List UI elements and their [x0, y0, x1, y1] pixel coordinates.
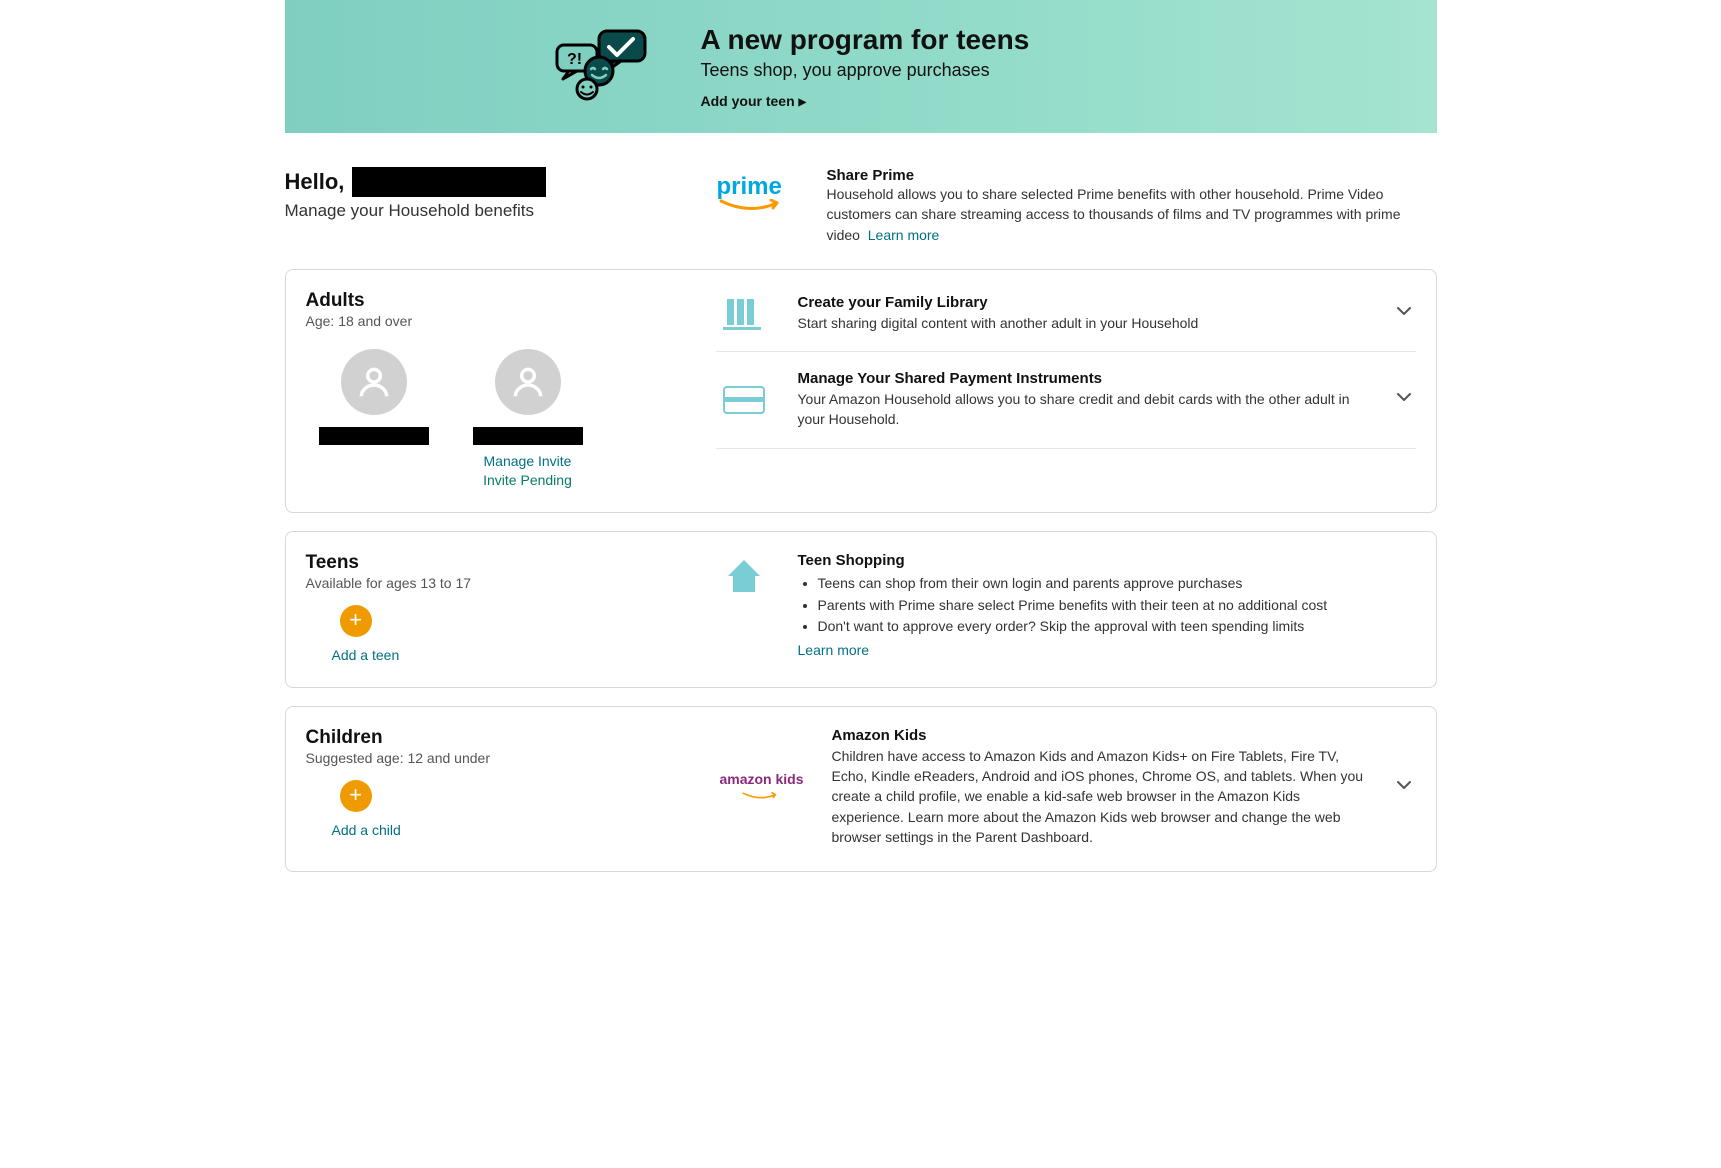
- banner-title: A new program for teens: [701, 24, 1030, 56]
- chevron-down-icon: [1396, 389, 1416, 410]
- greeting: Hello,: [285, 167, 547, 197]
- invite-pending-status: Invite Pending: [483, 472, 572, 488]
- adults-age: Age: 18 and over: [306, 313, 676, 329]
- manage-invite-link[interactable]: Manage Invite: [484, 453, 572, 469]
- adult-2-name-redacted: [473, 427, 583, 445]
- amazon-kids-logo: amazon kids: [716, 771, 808, 803]
- add-teen-label[interactable]: Add a teen: [332, 647, 400, 663]
- add-child-button[interactable]: +: [340, 780, 372, 812]
- family-library-row[interactable]: Create your Family Library Start sharing…: [716, 290, 1416, 352]
- teen-bullet-1: Teens can shop from their own login and …: [818, 573, 1416, 595]
- teen-shopping-list: Teens can shop from their own login and …: [818, 573, 1416, 638]
- teens-age: Available for ages 13 to 17: [306, 575, 676, 591]
- adults-heading: Adults: [306, 290, 676, 312]
- add-child-label[interactable]: Add a child: [332, 822, 401, 838]
- avatar-icon: [495, 349, 561, 415]
- add-teen-button[interactable]: +: [340, 605, 372, 637]
- teen-bullet-2: Parents with Prime share select Prime be…: [818, 595, 1416, 617]
- adult-profile-2[interactable]: Manage Invite Invite Pending: [460, 349, 596, 488]
- avatar-icon: [341, 349, 407, 415]
- teens-card: Teens Available for ages 13 to 17 + Add …: [285, 531, 1437, 688]
- chevron-down-icon: [1396, 303, 1416, 324]
- teens-heading: Teens: [306, 552, 676, 574]
- card-icon: [716, 383, 772, 417]
- banner-subtitle: Teens shop, you approve purchases: [701, 60, 1030, 81]
- shared-payment-title: Manage Your Shared Payment Instruments: [798, 370, 1370, 387]
- adults-card: Adults Age: 18 and over Manage Invite In…: [285, 269, 1437, 513]
- amazon-kids-desc: Children have access to Amazon Kids and …: [832, 746, 1372, 847]
- share-prime-learn-more[interactable]: Learn more: [868, 227, 940, 243]
- children-heading: Children: [306, 727, 676, 749]
- adult-profile-1[interactable]: [306, 349, 442, 488]
- teen-program-banner[interactable]: ?! A new program for teens Teens shop,: [285, 0, 1437, 133]
- share-prime-desc: Household allows you to share selected P…: [827, 184, 1437, 245]
- shared-payment-desc: Your Amazon Household allows you to shar…: [798, 389, 1370, 430]
- add-your-teen-link[interactable]: Add your teen ▶: [701, 93, 1030, 109]
- family-library-title: Create your Family Library: [798, 294, 1370, 311]
- family-library-desc: Start sharing digital content with anoth…: [798, 313, 1370, 333]
- amazon-kids-title: Amazon Kids: [832, 727, 1372, 744]
- children-age: Suggested age: 12 and under: [306, 750, 676, 766]
- shared-payment-row[interactable]: Manage Your Shared Payment Instruments Y…: [716, 352, 1416, 449]
- svg-text:?!: ?!: [567, 51, 582, 68]
- amazon-kids-row[interactable]: amazon kids Amazon Kids Children have ac…: [716, 727, 1416, 847]
- share-prime-block: prime Share Prime Household allows you t…: [717, 167, 1437, 245]
- library-icon: [716, 295, 772, 333]
- adult-1-name-redacted: [319, 427, 429, 445]
- share-prime-title: Share Prime: [827, 167, 1437, 184]
- teen-learn-more[interactable]: Learn more: [798, 642, 870, 658]
- home-icon: [716, 552, 772, 594]
- children-card: Children Suggested age: 12 and under + A…: [285, 706, 1437, 872]
- chevron-down-icon: [1396, 777, 1416, 798]
- prime-logo: prime: [717, 173, 807, 245]
- teen-shopping-title: Teen Shopping: [798, 552, 1416, 569]
- teen-bullet-3: Don't want to approve every order? Skip …: [818, 616, 1416, 638]
- manage-benefits-label: Manage your Household benefits: [285, 201, 547, 221]
- banner-chat-icon: ?!: [325, 27, 665, 107]
- user-name-redacted: [352, 167, 546, 197]
